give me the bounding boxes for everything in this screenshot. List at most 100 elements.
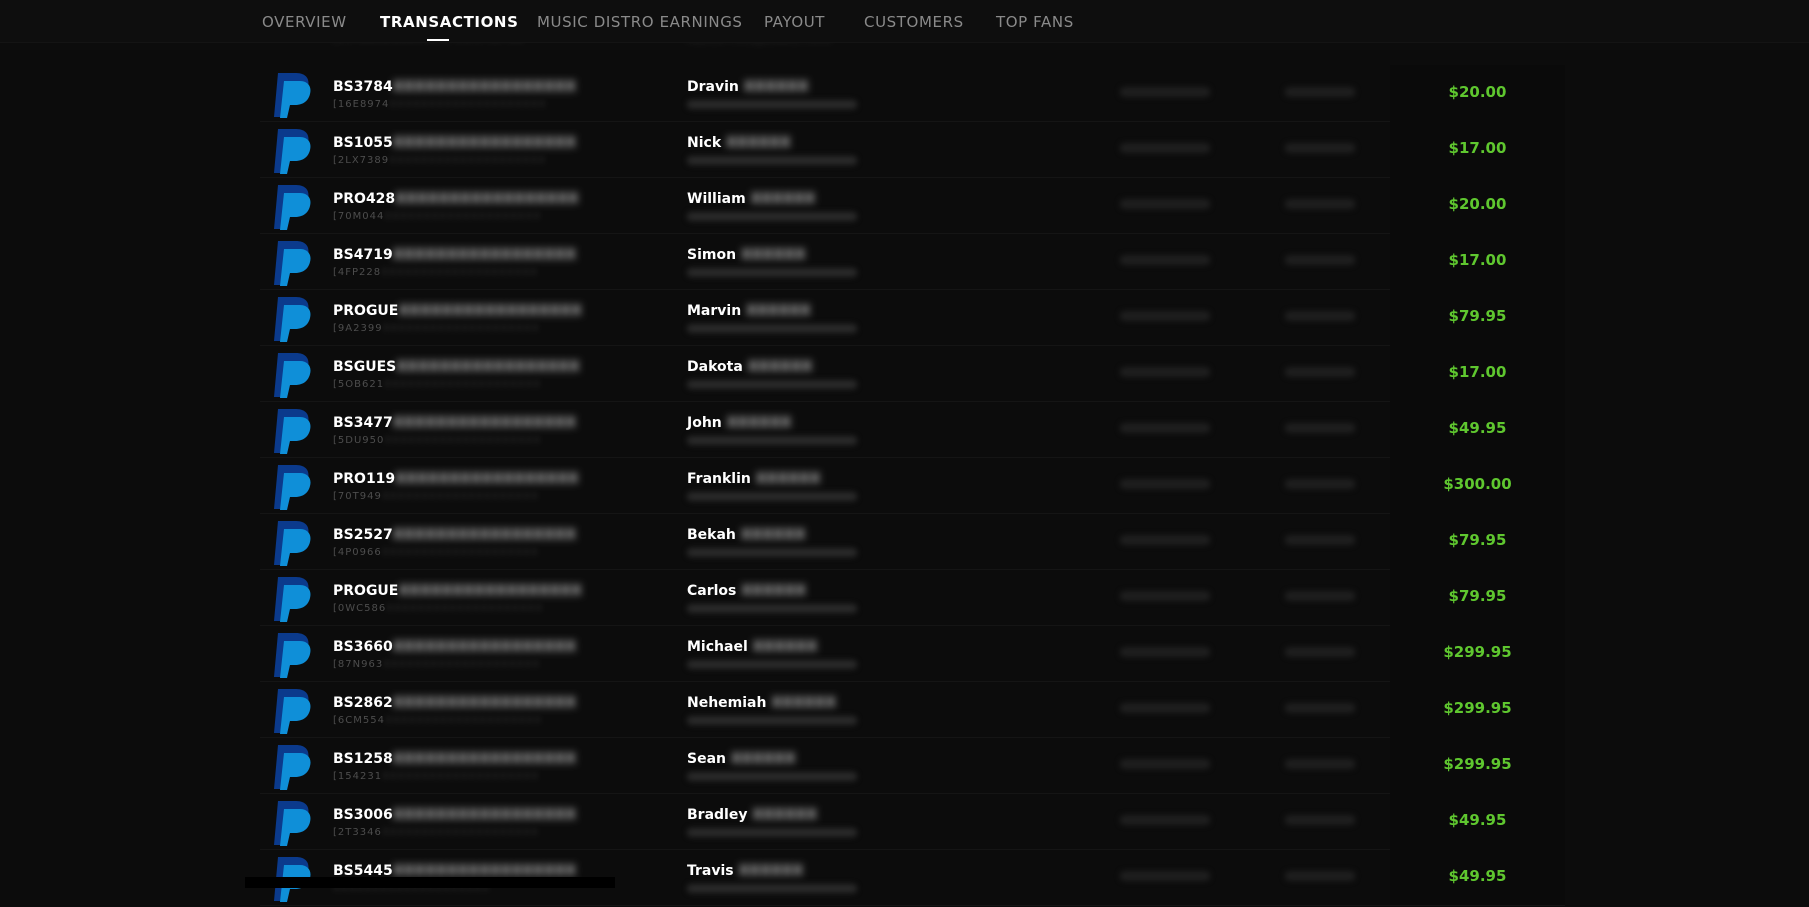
tab-transactions[interactable]: TRANSACTIONS xyxy=(380,13,519,31)
transaction-status xyxy=(1120,703,1210,713)
transaction-id: BS1055XXXXXXXXXXXXXXXXX xyxy=(333,135,577,151)
customer-name: Simon XXXXXX xyxy=(687,247,806,263)
transaction-status xyxy=(1120,815,1210,825)
active-tab-indicator xyxy=(427,39,449,41)
tab-music-distro-earnings[interactable]: MUSIC DISTRO EARNINGS xyxy=(537,13,743,31)
transaction-date xyxy=(1285,423,1355,433)
transaction-amount: $79.95 xyxy=(1448,531,1507,549)
transaction-reference: [9A2399XXXXXXXXXXXXXXXXXXXX xyxy=(333,323,540,334)
customer-email xyxy=(687,380,857,389)
transaction-id: PROGUEXXXXXXXXXXXXXXXXX xyxy=(333,303,582,319)
table-row[interactable]: BS2527XXXXXXXXXXXXXXXXX [4P0966XXXXXXXXX… xyxy=(260,513,1565,570)
table-row[interactable]: BSGUESXXXXXXXXXXXXXXXXX [5OB621XXXXXXXXX… xyxy=(260,345,1565,402)
transaction-reference: [6CM554XXXXXXXXXXXXXXXXXXXX xyxy=(333,715,542,726)
amount-cell: $79.95 xyxy=(1390,289,1565,345)
transaction-amount: $299.95 xyxy=(1443,699,1512,717)
customer-email xyxy=(687,604,857,613)
table-row[interactable]: PRO428XXXXXXXXXXXXXXXXX [70M044XXXXXXXXX… xyxy=(260,177,1565,234)
transaction-date xyxy=(1285,311,1355,321)
transaction-status xyxy=(1120,87,1210,97)
transaction-amount: $79.95 xyxy=(1448,307,1507,325)
transaction-amount: $17.00 xyxy=(1448,251,1507,269)
customer-name: Dravin XXXXXX xyxy=(687,79,809,95)
transaction-date xyxy=(1285,591,1355,601)
customer-email xyxy=(687,660,857,669)
paypal-icon xyxy=(270,71,314,119)
transaction-reference: [16E8974XXXXXXXXXXXXXXXXXXXX xyxy=(333,99,547,110)
transaction-id: BS1258XXXXXXXXXXXXXXXXX xyxy=(333,751,577,767)
table-row[interactable]: BS3660XXXXXXXXXXXXXXXXX [87N963XXXXXXXXX… xyxy=(260,625,1565,682)
table-row[interactable]: PROGUEXXXXXXXXXXXXXXXXX [9A2399XXXXXXXXX… xyxy=(260,289,1565,346)
transaction-amount: $49.95 xyxy=(1448,419,1507,437)
table-row[interactable]: BS3477XXXXXXXXXXXXXXXXX [5DU950XXXXXXXXX… xyxy=(260,401,1565,458)
paypal-icon xyxy=(270,743,314,791)
transaction-reference: [5DU950XXXXXXXXXXXXXXXXXXXX xyxy=(333,435,542,446)
customer-name: Franklin XXXXXX xyxy=(687,471,821,487)
transaction-date xyxy=(1285,143,1355,153)
paypal-icon xyxy=(270,799,314,847)
transaction-amount: $20.00 xyxy=(1448,195,1507,213)
transaction-id: BS3006XXXXXXXXXXXXXXXXX xyxy=(333,807,577,823)
table-row[interactable]: PROGUEXXXXXXXXXXXXXXXXX [0WC586XXXXXXXXX… xyxy=(260,569,1565,626)
transaction-status xyxy=(1120,591,1210,601)
transaction-date xyxy=(1285,703,1355,713)
transaction-date xyxy=(1285,759,1355,769)
amount-cell: $49.95 xyxy=(1390,849,1565,905)
bottom-overlay xyxy=(245,877,615,888)
top-navigation: OVERVIEW TRANSACTIONS MUSIC DISTRO EARNI… xyxy=(0,0,1809,43)
transaction-reference: [70T949XXXXXXXXXXXXXXXXXXXX xyxy=(333,491,539,502)
customer-email xyxy=(687,716,857,725)
customer-email xyxy=(687,772,857,781)
customer-name: Sean XXXXXX xyxy=(687,751,796,767)
transaction-amount: $49.95 xyxy=(1448,867,1507,885)
transaction-amount: $17.00 xyxy=(1448,139,1507,157)
customer-name: William XXXXXX xyxy=(687,191,816,207)
transaction-id: PROGUEXXXXXXXXXXXXXXXXX xyxy=(333,583,582,599)
transaction-id: PRO428XXXXXXXXXXXXXXXXX xyxy=(333,191,579,207)
transaction-status xyxy=(1120,367,1210,377)
tab-overview[interactable]: OVERVIEW xyxy=(262,13,347,31)
transaction-amount: $20.00 xyxy=(1448,83,1507,101)
table-row[interactable]: BS3784XXXXXXXXXXXXXXXXX [16E8974XXXXXXXX… xyxy=(260,65,1565,122)
customer-email xyxy=(687,884,857,893)
transaction-amount: $17.00 xyxy=(1448,363,1507,381)
paypal-icon xyxy=(270,295,314,343)
paypal-icon xyxy=(270,631,314,679)
table-row[interactable]: BS1055XXXXXXXXXXXXXXXXX [2LX7389XXXXXXXX… xyxy=(260,121,1565,178)
table-row[interactable]: PRO119XXXXXXXXXXXXXXXXX [70T949XXXXXXXXX… xyxy=(260,457,1565,514)
table-row[interactable]: BS1258XXXXXXXXXXXXXXXXX [154231XXXXXXXXX… xyxy=(260,737,1565,794)
transaction-amount: $49.95 xyxy=(1448,811,1507,829)
table-row[interactable]: BS3006XXXXXXXXXXXXXXXXX [2T3346XXXXXXXXX… xyxy=(260,793,1565,850)
tab-customers[interactable]: CUSTOMERS xyxy=(864,13,964,31)
transaction-status xyxy=(1120,871,1210,881)
transaction-id: PRO119XXXXXXXXXXXXXXXXX xyxy=(333,471,579,487)
customer-email xyxy=(687,268,857,277)
transaction-amount: $300.00 xyxy=(1443,475,1512,493)
amount-cell: $17.00 xyxy=(1390,233,1565,289)
table-row[interactable]: BS4719XXXXXXXXXXXXXXXXX [4FP228XXXXXXXXX… xyxy=(260,233,1565,290)
customer-name: Travis XXXXXX xyxy=(687,863,804,879)
transaction-reference: [4FP228XXXXXXXXXXXXXXXXXXXX xyxy=(333,267,539,278)
tab-top-fans[interactable]: TOP FANS xyxy=(996,13,1074,31)
amount-cell: $49.95 xyxy=(1390,793,1565,849)
paypal-icon xyxy=(270,127,314,175)
transaction-status xyxy=(1120,255,1210,265)
paypal-icon xyxy=(270,575,314,623)
amount-cell: $49.95 xyxy=(1390,401,1565,457)
transaction-id: BS4719XXXXXXXXXXXXXXXXX xyxy=(333,247,577,263)
table-row[interactable]: BS2862XXXXXXXXXXXXXXXXX [6CM554XXXXXXXXX… xyxy=(260,681,1565,738)
paypal-icon xyxy=(270,239,314,287)
paypal-icon xyxy=(270,687,314,735)
customer-name: Bekah XXXXXX xyxy=(687,527,806,543)
amount-cell: $20.00 xyxy=(1390,177,1565,233)
customer-email xyxy=(687,492,857,501)
transaction-reference: [4P0966XXXXXXXXXXXXXXXXXXXX xyxy=(333,547,539,558)
customer-name: Marvin XXXXXX xyxy=(687,303,811,319)
transaction-reference: [154231XXXXXXXXXXXXXXXXXXXX xyxy=(333,771,540,782)
transactions-table: [25T6850IKKU5324] COMPLETED MBXOPTICS@GM… xyxy=(260,8,1565,906)
amount-cell: $299.95 xyxy=(1390,681,1565,737)
customer-name: Carlos XXXXXX xyxy=(687,583,807,599)
transaction-reference: [5OB621XXXXXXXXXXXXXXXXXXXX xyxy=(333,379,542,390)
transaction-status xyxy=(1120,759,1210,769)
tab-payout[interactable]: PAYOUT xyxy=(764,13,825,31)
